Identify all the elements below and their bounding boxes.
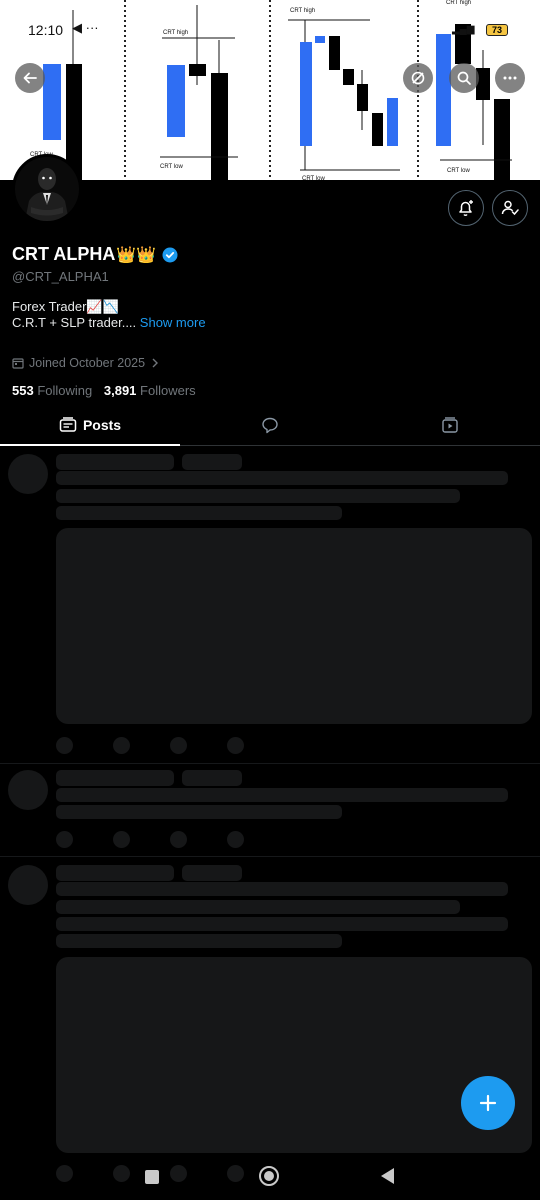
display-name: CRT ALPHA — [12, 244, 116, 264]
skeleton-line — [182, 865, 242, 881]
bio-line-2-text: C.R.T + SLP trader.... — [12, 315, 137, 330]
skeleton-action — [113, 737, 130, 754]
follow-stats: 553 Following 3,891 Followers — [12, 383, 204, 398]
following-link[interactable]: 553 Following — [12, 383, 100, 398]
skeleton-media — [56, 528, 532, 724]
joined-date[interactable]: Joined October 2025 — [12, 356, 160, 370]
profile-tabs: Posts — [0, 404, 540, 446]
battery-icon: 73 — [486, 24, 508, 36]
following-count: 553 — [12, 383, 34, 398]
tab-posts-label: Posts — [82, 416, 122, 433]
posts-icon — [59, 416, 77, 432]
skeleton-line — [56, 770, 174, 786]
grok-icon — [411, 71, 425, 85]
post-divider — [0, 763, 540, 764]
followers-link[interactable]: 3,891 Followers — [104, 383, 204, 398]
status-notification-icons: ◀ ··· — [72, 20, 99, 35]
joined-text: Joined October 2025 — [29, 356, 146, 370]
recents-button[interactable] — [145, 1170, 159, 1184]
post-divider — [0, 856, 540, 857]
skeleton-line — [56, 865, 174, 881]
search-button[interactable] — [449, 63, 479, 93]
profile-avatar[interactable] — [12, 154, 82, 224]
avatar-image — [15, 157, 79, 221]
chevron-right-icon — [152, 358, 159, 368]
followers-label: Followers — [140, 383, 196, 398]
skeleton-avatar — [8, 770, 48, 810]
skeleton-line — [56, 805, 342, 819]
skeleton-media — [56, 957, 532, 1153]
person-check-icon — [501, 200, 519, 216]
skeleton-line — [56, 934, 342, 948]
bio-line-1: Forex Trader📈📉 — [12, 299, 119, 314]
chat-bubble-icon — [262, 417, 278, 433]
skeleton-action — [170, 831, 187, 848]
skeleton-action — [170, 737, 187, 754]
show-more-link[interactable]: Show more — [140, 315, 206, 330]
skeleton-action — [56, 737, 73, 754]
system-back-button[interactable] — [381, 1168, 394, 1184]
name-emoji: 👑👑 — [116, 246, 157, 264]
calendar-icon — [12, 358, 24, 369]
skeleton-line — [56, 489, 460, 503]
skeleton-line — [56, 506, 342, 520]
svg-text:CRT low: CRT low — [302, 176, 325, 180]
video-icon — [442, 416, 458, 433]
more-icon — [503, 76, 517, 80]
skeleton-line — [182, 454, 242, 470]
skeleton-line — [56, 788, 508, 802]
skeleton-line — [56, 454, 174, 470]
home-button[interactable] — [259, 1166, 279, 1186]
svg-text:CRT low: CRT low — [447, 168, 470, 174]
followers-count: 3,891 — [103, 383, 137, 398]
skeleton-action — [227, 737, 244, 754]
back-arrow-icon — [23, 72, 37, 84]
notifications-button[interactable] — [448, 190, 484, 226]
skeleton-action — [227, 831, 244, 848]
profile-handle: @CRT_ALPHA1 — [12, 269, 109, 284]
tab-posts[interactable]: Posts — [0, 404, 180, 446]
tab-media[interactable] — [360, 404, 540, 445]
skeleton-line — [182, 770, 242, 786]
plus-icon — [479, 1094, 497, 1112]
skeleton-action — [56, 831, 73, 848]
skeleton-line — [56, 900, 460, 914]
skeleton-line — [56, 471, 508, 485]
verified-badge-icon[interactable] — [162, 247, 178, 263]
svg-text:CRT low: CRT low — [160, 164, 183, 170]
following-status-button[interactable] — [492, 190, 528, 226]
skeleton-action — [113, 831, 130, 848]
bio-line-2: C.R.T + SLP trader.... Show more — [12, 315, 206, 331]
profile-name: CRT ALPHA 👑👑 — [12, 244, 178, 265]
skeleton-line — [56, 882, 508, 896]
search-icon — [457, 71, 471, 85]
signal-icon: ▂▄▆ — [452, 24, 475, 35]
skeleton-avatar — [8, 865, 48, 905]
bell-plus-icon — [459, 200, 473, 217]
following-label: Following — [37, 383, 93, 398]
grok-button[interactable] — [403, 63, 433, 93]
back-button[interactable] — [15, 63, 45, 93]
status-time: 12:10 — [28, 22, 64, 38]
system-navigation-bar — [0, 1158, 540, 1200]
compose-post-button[interactable] — [461, 1076, 515, 1130]
profile-bio: Forex Trader📈📉 C.R.T + SLP trader.... Sh… — [12, 299, 206, 331]
skeleton-line — [56, 917, 508, 931]
more-options-button[interactable] — [495, 63, 525, 93]
status-bar: 12:10 ◀ ··· ▂▄▆ 73 — [0, 0, 540, 60]
skeleton-avatar — [8, 454, 48, 494]
tab-replies[interactable] — [180, 404, 360, 445]
